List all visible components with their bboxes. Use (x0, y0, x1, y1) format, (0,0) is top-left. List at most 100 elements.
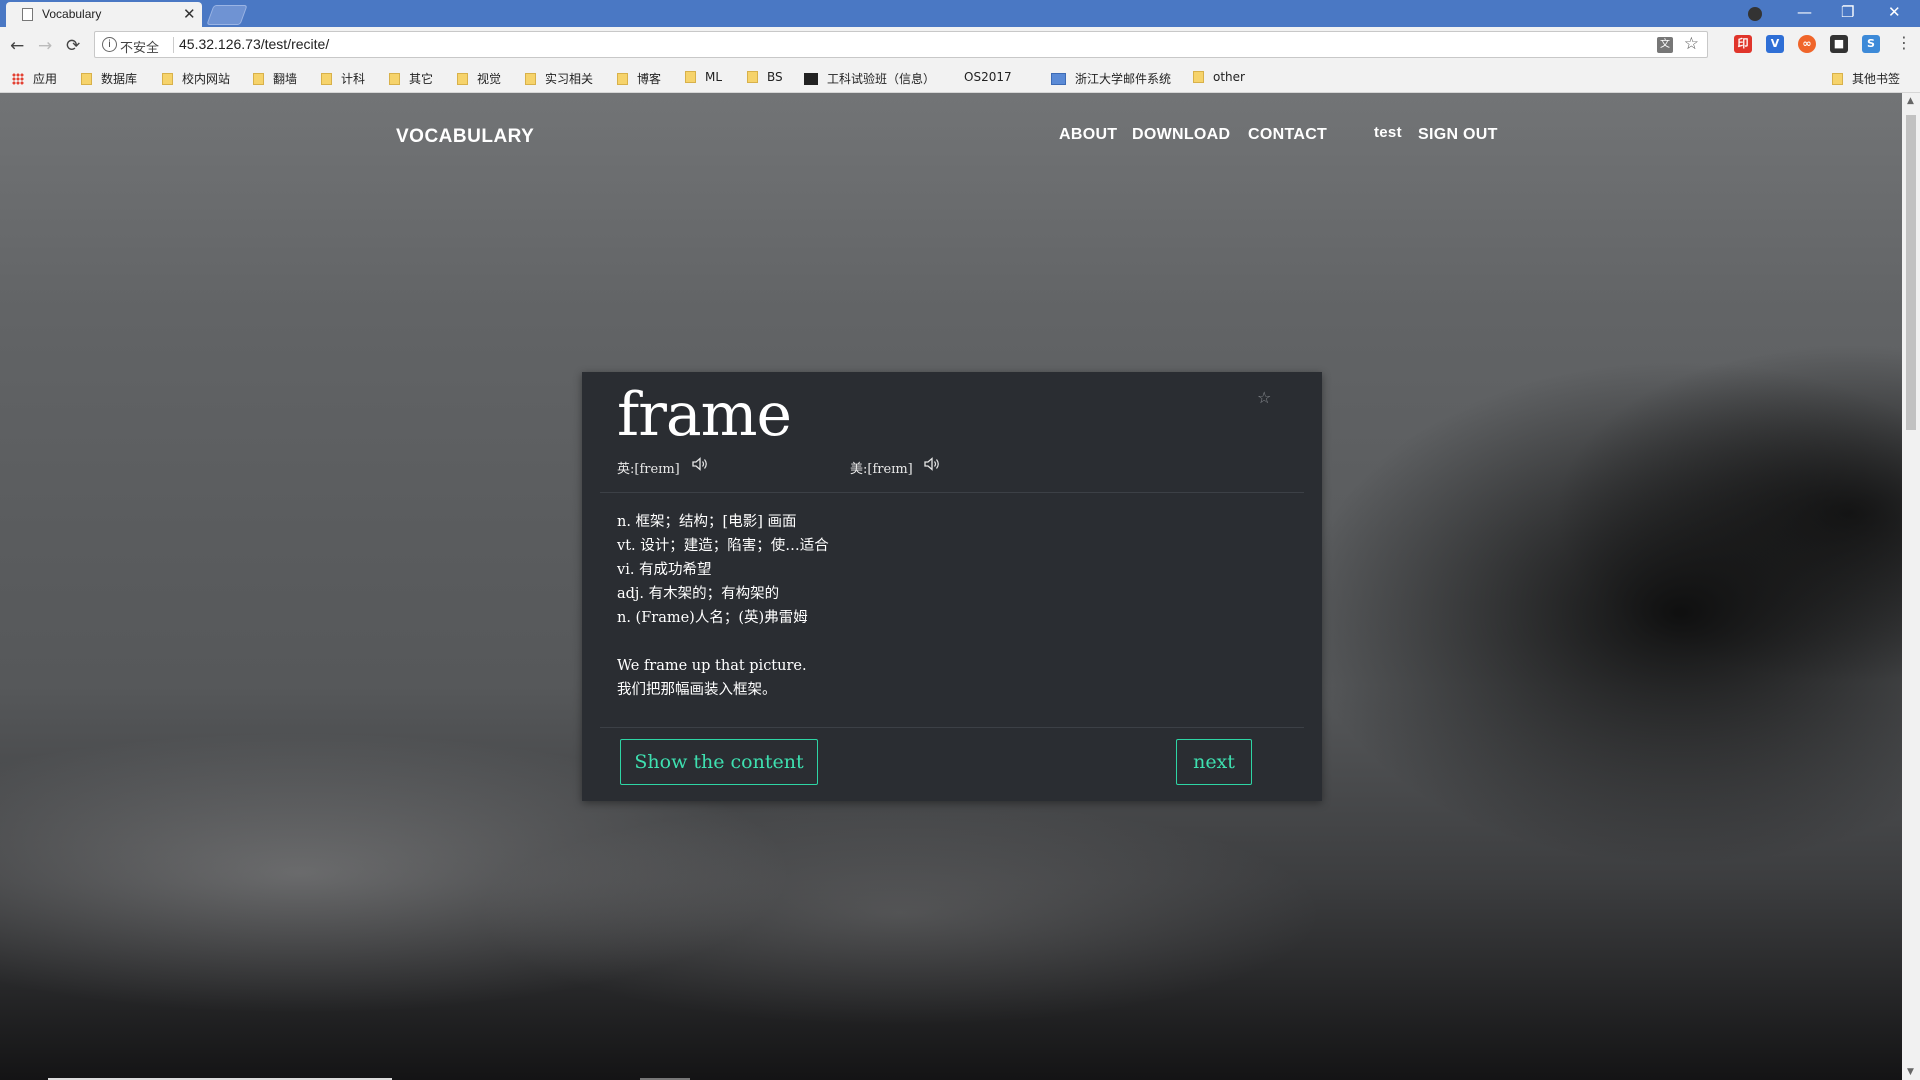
folder-icon (162, 73, 173, 85)
definitions: n. 框架；结构；[电影] 画面 vt. 设计；建造；陷害；使…适合 vi. 有… (617, 510, 829, 630)
restore-icon[interactable]: ❐ (1841, 3, 1854, 21)
back-icon[interactable]: ← (10, 36, 24, 56)
bookmark-star-icon[interactable]: ☆ (1684, 34, 1699, 54)
tab-vocabulary[interactable]: Vocabulary ✕ (6, 2, 202, 27)
next-button[interactable]: next (1176, 739, 1252, 785)
translate-icon[interactable]: 文 (1657, 37, 1673, 53)
phonetic-us: 美:[freɪm] (850, 462, 913, 477)
forward-icon[interactable]: → (38, 36, 52, 56)
bookmark-label: 其他书签 (1852, 72, 1901, 86)
card-divider (600, 492, 1304, 493)
address-divider (173, 37, 174, 53)
bookmark-blackboard[interactable]: 工科试验班（信息） (804, 70, 935, 86)
bookmark-mail[interactable]: 浙江大学邮件系统 (1051, 70, 1171, 86)
nav-contact[interactable]: CONTACT (1248, 126, 1327, 144)
bookmark-folder[interactable]: BS (747, 70, 783, 86)
mail-icon (1051, 73, 1066, 85)
bookmark-folder[interactable]: 校内网站 (162, 70, 230, 86)
bookmark-folder[interactable]: 计科 (321, 70, 365, 86)
favorite-star-icon[interactable]: ☆ (1257, 388, 1271, 407)
bookmark-folder[interactable]: 博客 (617, 70, 661, 86)
bookmarks-bar: 应用 数据库 校内网站 翻墙 计科 其它 视觉 实习相关 博客 ML BS 工科… (0, 64, 1920, 175)
nav-sign-out[interactable]: SIGN OUT (1418, 126, 1498, 144)
bookmark-label: OS2017 (964, 70, 1012, 84)
scrollbar[interactable]: ▲ ▼ (1902, 93, 1920, 1080)
folder-icon (253, 73, 264, 85)
show-content-button[interactable]: Show the content (620, 739, 818, 785)
new-tab-button[interactable] (206, 5, 248, 25)
chrome-menu-icon[interactable]: ⋮ (1896, 33, 1912, 52)
page-background: VOCABULARY ABOUT DOWNLOAD CONTACT test S… (0, 93, 1902, 1080)
tab-close-icon[interactable]: ✕ (183, 5, 196, 23)
nav-user[interactable]: test (1374, 124, 1402, 141)
folder-icon (81, 73, 92, 85)
tab-title: Vocabulary (42, 7, 102, 21)
extension-v-icon[interactable]: V (1766, 35, 1784, 53)
bookmark-folder[interactable]: 数据库 (81, 70, 137, 86)
bookmark-label: 数据库 (101, 72, 138, 86)
definition-line: vt. 设计；建造；陷害；使…适合 (617, 538, 829, 554)
bookmark-label: 博客 (637, 72, 662, 86)
window-close-icon[interactable]: ✕ (1888, 3, 1901, 21)
bookmark-folder[interactable]: other (1193, 70, 1245, 86)
apps-icon (12, 73, 24, 85)
tab-strip: Vocabulary ✕ — ❐ ✕ (0, 0, 1920, 27)
bookmark-other-bookmarks[interactable]: 其他书签 (1832, 70, 1900, 86)
folder-icon (1193, 71, 1204, 83)
bookmark-label: 翻墙 (273, 72, 298, 86)
folder-icon (321, 73, 332, 85)
phonetic-uk: 英:[freɪm] (617, 462, 680, 477)
card-divider (600, 727, 1304, 728)
bookmark-page[interactable]: OS2017 (964, 70, 1012, 175)
page-icon (22, 8, 33, 21)
bookmark-label: 校内网站 (182, 72, 231, 86)
security-label[interactable]: 不安全 (120, 37, 159, 56)
word-title: frame (617, 380, 792, 450)
bookmark-folder[interactable]: 翻墙 (253, 70, 297, 86)
info-icon[interactable]: i (102, 37, 117, 52)
bookmark-folder[interactable]: 实习相关 (525, 70, 593, 86)
definition-line: vi. 有成功希望 (617, 562, 712, 578)
example-english: We frame up that picture. (617, 658, 807, 674)
bookmark-folder[interactable]: ML (685, 70, 722, 86)
minimize-icon[interactable]: — (1797, 3, 1812, 21)
bookmark-label: 浙江大学邮件系统 (1075, 72, 1172, 86)
folder-icon (747, 71, 758, 83)
bookmark-folder[interactable]: 视觉 (457, 70, 501, 86)
speaker-uk-icon[interactable] (691, 456, 709, 472)
bookmark-folder[interactable]: 其它 (389, 70, 433, 86)
bookmark-label: 视觉 (477, 72, 502, 86)
bookmark-label: 应用 (33, 72, 58, 86)
extension-blue-icon[interactable]: S (1862, 35, 1880, 53)
scroll-down-icon[interactable]: ▼ (1907, 1067, 1914, 1077)
extension-orange-icon[interactable]: ∞ (1798, 35, 1816, 53)
scroll-up-icon[interactable]: ▲ (1907, 96, 1914, 106)
folder-icon (617, 73, 628, 85)
definition-line: n. 框架；结构；[电影] 画面 (617, 514, 797, 530)
bookmark-label: 实习相关 (545, 72, 594, 86)
profile-icon[interactable] (1748, 7, 1762, 21)
definition-line: adj. 有木架的；有构架的 (617, 586, 780, 602)
bookmark-label: 工科试验班（信息） (827, 72, 936, 86)
bookmark-label: BS (767, 70, 783, 84)
scrollbar-thumb[interactable] (1906, 115, 1916, 430)
bookmark-label: ML (705, 70, 723, 84)
bookmark-apps[interactable]: 应用 (12, 70, 57, 86)
browser-toolbar: ← → ⟳ i 不安全 45.32.126.73/test/recite/ 文 … (0, 27, 1920, 64)
address-bar[interactable]: i 不安全 45.32.126.73/test/recite/ 文 ☆ (94, 31, 1708, 58)
bookmark-label: 计科 (341, 72, 366, 86)
folder-icon (457, 73, 468, 85)
example-chinese: 我们把那幅画装入框架。 (617, 682, 777, 698)
bookmark-label: 其它 (409, 72, 434, 86)
url-text[interactable]: 45.32.126.73/test/recite/ (179, 36, 329, 52)
folder-icon (389, 73, 400, 85)
reload-icon[interactable]: ⟳ (66, 36, 80, 56)
folder-icon (685, 71, 696, 83)
speaker-us-icon[interactable] (923, 456, 941, 472)
extension-red-icon[interactable]: 印 (1734, 35, 1752, 53)
extension-dark-icon[interactable]: ■ (1830, 35, 1848, 53)
nav-download[interactable]: DOWNLOAD (1132, 126, 1230, 144)
bookmark-label: other (1213, 70, 1245, 84)
nav-about[interactable]: ABOUT (1059, 126, 1117, 144)
site-brand[interactable]: VOCABULARY (396, 126, 534, 148)
